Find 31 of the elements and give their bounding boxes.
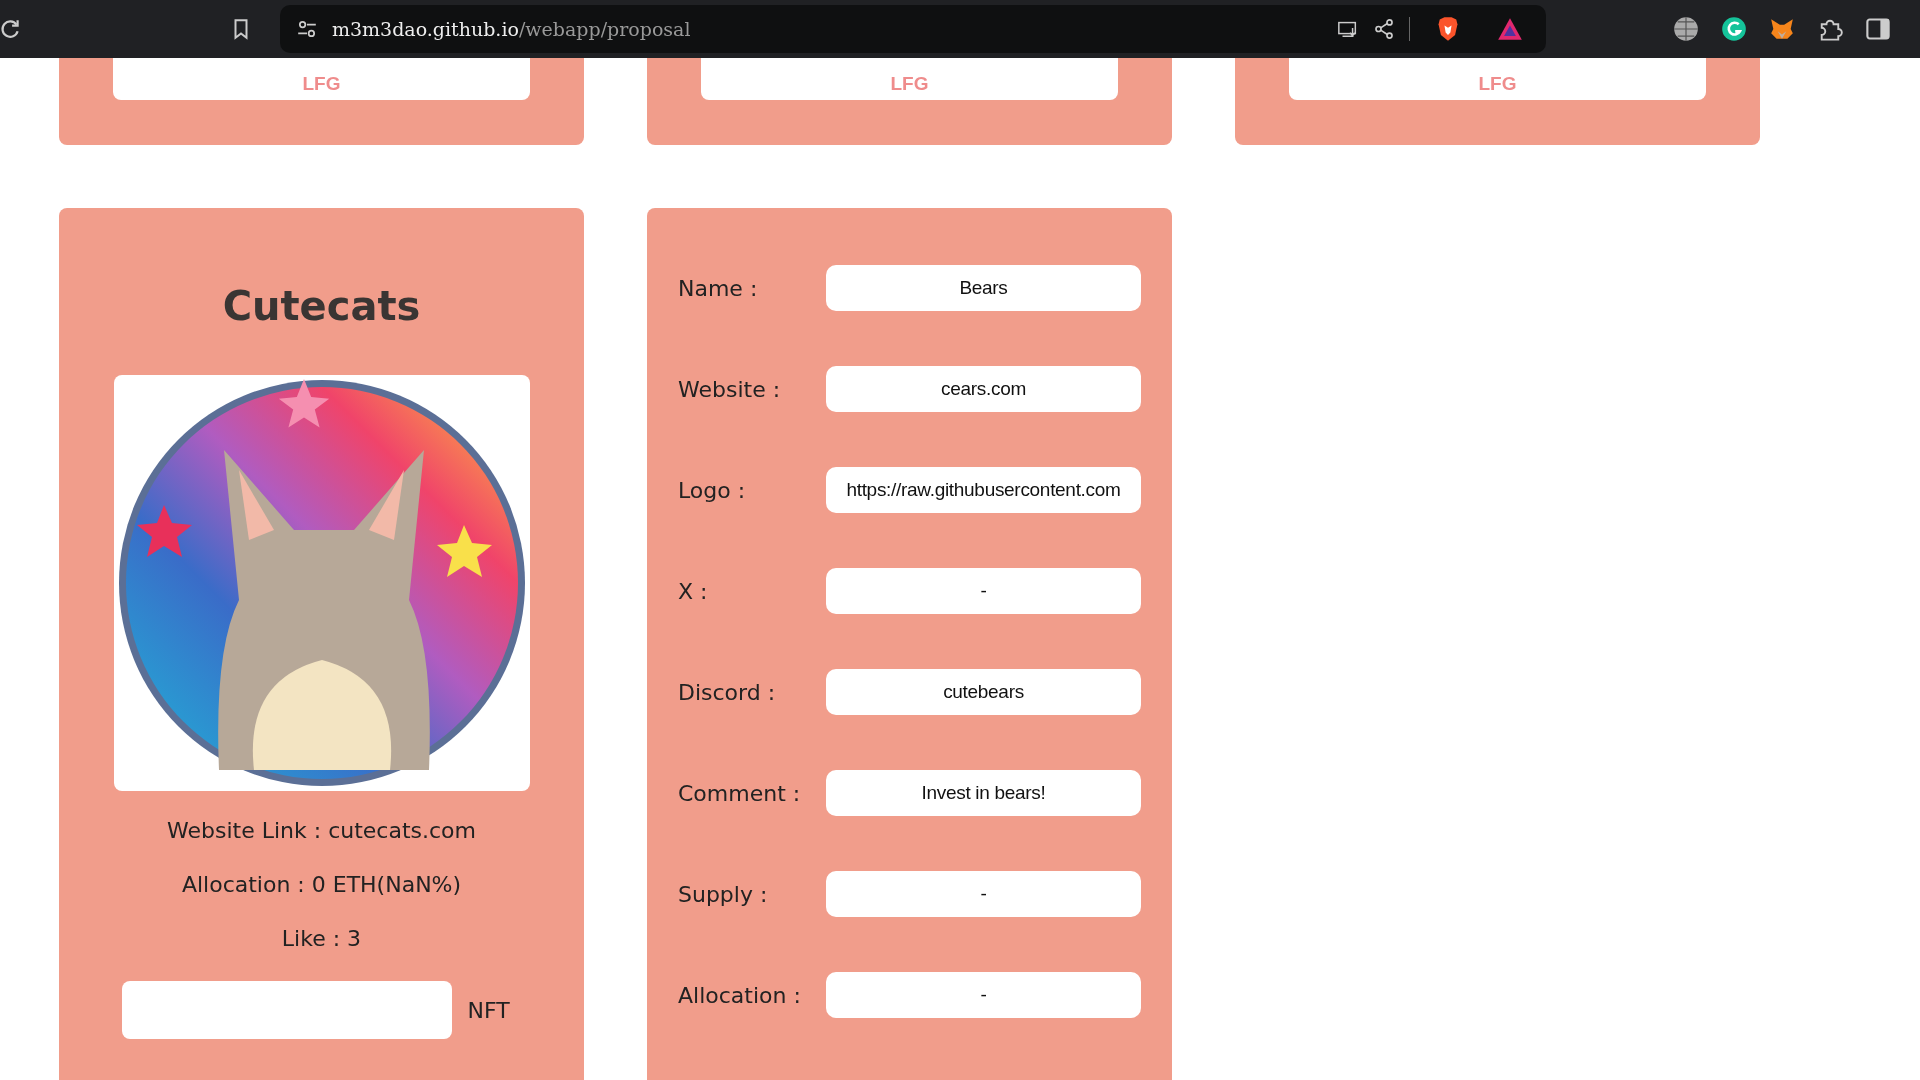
url-text: m3m3dao.github.io/webapp/proposal: [332, 18, 691, 40]
share-icon[interactable]: [1373, 18, 1395, 40]
field-label: Comment :: [678, 780, 802, 806]
address-bar[interactable]: m3m3dao.github.io/webapp/proposal: [280, 5, 1546, 53]
project-title: Cutecats: [222, 282, 421, 331]
field-label: X :: [678, 578, 709, 604]
field-label: Name :: [678, 275, 759, 301]
reload-icon[interactable]: [0, 18, 22, 40]
allocation-text: Allocation : 0 ETH(NaN%): [181, 871, 462, 899]
field-label: Allocation :: [678, 982, 802, 1008]
nft-unit-label: NFT: [467, 997, 510, 1023]
fox-icon[interactable]: [1769, 16, 1795, 42]
nft-amount-field[interactable]: [121, 981, 452, 1039]
input-field[interactable]: cears.com: [826, 366, 1141, 412]
input-field[interactable]: Bears: [826, 265, 1141, 311]
field-label: Discord :: [678, 679, 777, 705]
input-field[interactable]: -: [826, 871, 1141, 917]
site-settings-icon[interactable]: [296, 18, 318, 40]
input-field[interactable]: -: [826, 972, 1141, 1018]
field-label: Supply :: [678, 881, 769, 907]
input-field[interactable]: Invest in bears!: [826, 770, 1141, 816]
input-field[interactable]: -: [826, 568, 1141, 614]
input-field[interactable]: https://raw.githubusercontent.com: [826, 467, 1141, 513]
field-label: Logo :: [678, 477, 747, 503]
triangle-icon[interactable]: [1497, 16, 1523, 42]
input-field[interactable]: cutebears: [826, 669, 1141, 715]
field-label: Website :: [678, 376, 782, 402]
sidebar-icon[interactable]: [1865, 16, 1891, 42]
globe-icon[interactable]: [1673, 16, 1699, 42]
website-link-text: Website Link : cutecats.com: [167, 817, 476, 845]
likes-count: Like : 3: [281, 925, 362, 953]
